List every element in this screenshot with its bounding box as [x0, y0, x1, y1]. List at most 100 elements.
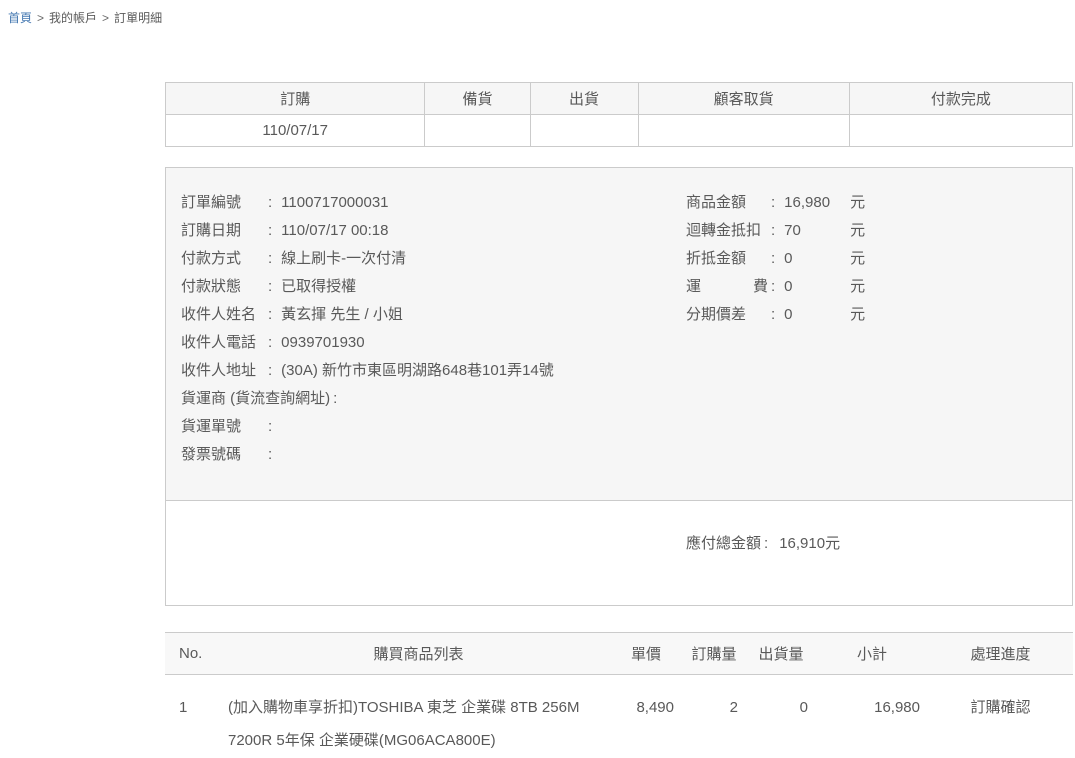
status-ordered-date: 110/07/17: [166, 115, 425, 147]
product-unit-price: 8,490: [610, 675, 682, 758]
colon: :: [265, 418, 281, 435]
order-amount-fields: 商品金額:16,980元 迴轉金抵扣:70元 折抵金額:0元 運費:0元 分期價…: [686, 189, 865, 329]
field-label: 折抵金額: [686, 245, 768, 273]
field-label: 運費: [686, 273, 768, 301]
field-label: 商品金額: [686, 189, 768, 217]
rebate-deduction-value: 70: [784, 217, 850, 245]
product-name: (加入購物車享折扣)TOSHIBA 東芝 企業碟 8TB 256M 7200R …: [227, 675, 610, 758]
payment-method-value: 線上刷卡-一次付清: [281, 250, 406, 267]
col-order-qty: 訂購量: [682, 633, 746, 675]
shipping-fee-row: 運費:0元: [686, 273, 865, 301]
field-label: 收件人姓名: [181, 301, 265, 329]
currency-unit: 元: [850, 306, 865, 323]
currency-unit: 元: [850, 278, 865, 295]
order-info-box: 訂單編號:1100717000031 訂購日期:110/07/17 00:18 …: [165, 167, 1073, 606]
product-process-status: 訂購確認: [928, 675, 1073, 758]
product-list-table: No. 購買商品列表 單價 訂購量 出貨量 小計 處理進度 1 (加入購物車享折…: [165, 632, 1073, 758]
payment-method-row: 付款方式:線上刷卡-一次付清: [181, 245, 1072, 273]
colon: :: [265, 250, 281, 267]
field-label: 貨運單號: [181, 413, 265, 441]
field-label: 訂單編號: [181, 189, 265, 217]
field-label: 收件人地址: [181, 357, 265, 385]
field-label: 付款方式: [181, 245, 265, 273]
status-col-ordered: 訂購: [166, 83, 425, 115]
order-date-row: 訂購日期:110/07/17 00:18: [181, 217, 1072, 245]
shipping-fee-value: 0: [784, 273, 850, 301]
product-order-qty: 2: [682, 675, 746, 758]
installment-diff-value: 0: [784, 301, 850, 329]
breadcrumb-separator: >: [102, 11, 109, 25]
colon: :: [265, 278, 281, 295]
field-label: 迴轉金抵扣: [686, 217, 768, 245]
recipient-address-value: (30A) 新竹市東區明湖路648巷101弄14號: [281, 362, 554, 379]
status-col-paid: 付款完成: [849, 83, 1072, 115]
payment-status-row: 付款狀態:已取得授權: [181, 273, 1072, 301]
total-due-label: 應付總金額: [686, 535, 761, 552]
currency-unit: 元: [850, 222, 865, 239]
tracking-number-row: 貨運單號:: [181, 413, 1072, 441]
colon: :: [265, 446, 281, 463]
payment-status-value: 已取得授權: [281, 278, 356, 295]
status-preparing-date: [425, 115, 530, 147]
breadcrumb-my-account-link[interactable]: 我的帳戶: [49, 11, 97, 25]
col-product-name: 購買商品列表: [227, 633, 610, 675]
currency-unit: 元: [850, 250, 865, 267]
status-value-row: 110/07/17: [166, 115, 1073, 147]
status-paid-date: [849, 115, 1072, 147]
goods-amount-row: 商品金額:16,980元: [686, 189, 865, 217]
col-ship-qty: 出貨量: [746, 633, 816, 675]
total-due-section: 應付總金額:16,910元: [166, 500, 1072, 605]
colon: :: [768, 222, 784, 239]
installment-diff-row: 分期價差:0元: [686, 301, 865, 329]
order-detail-content: 訂購 備貨 出貨 顧客取貨 付款完成 110/07/17 訂單編號:110071…: [165, 82, 1073, 758]
product-ship-qty: 0: [746, 675, 816, 758]
total-due-amount: 16,910元: [779, 535, 840, 552]
status-header-row: 訂購 備貨 出貨 顧客取貨 付款完成: [166, 83, 1073, 115]
currency-unit: 元: [850, 194, 865, 211]
recipient-address-row: 收件人地址:(30A) 新竹市東區明湖路648巷101弄14號: [181, 357, 1072, 385]
recipient-phone-row: 收件人電話:0939701930: [181, 329, 1072, 357]
goods-amount-value: 16,980: [784, 189, 850, 217]
status-col-preparing: 備貨: [425, 83, 530, 115]
breadcrumb-home-link[interactable]: 首頁: [8, 11, 32, 25]
order-number-row: 訂單編號: 1100717000031: [181, 189, 1072, 217]
status-shipped-date: [530, 115, 638, 147]
recipient-name-value: 黃玄揮 先生 / 小姐: [281, 306, 403, 323]
colon: :: [768, 306, 784, 323]
field-label: 付款狀態: [181, 273, 265, 301]
order-date-value: 110/07/17 00:18: [281, 222, 388, 239]
col-no: No.: [165, 633, 227, 675]
status-col-pickup: 顧客取貨: [638, 83, 849, 115]
carrier-row: 貨運商 (貨流查詢網址):: [181, 385, 1072, 413]
breadcrumb-separator: >: [37, 11, 44, 25]
recipient-phone-value: 0939701930: [281, 334, 364, 351]
col-subtotal: 小計: [816, 633, 928, 675]
product-subtotal: 16,980: [816, 675, 928, 758]
colon: :: [330, 390, 346, 407]
product-row: 1 (加入購物車享折扣)TOSHIBA 東芝 企業碟 8TB 256M 7200…: [165, 675, 1073, 758]
colon: :: [265, 334, 281, 351]
status-col-shipped: 出貨: [530, 83, 638, 115]
breadcrumb-current-page: 訂單明細: [114, 11, 162, 25]
recipient-name-row: 收件人姓名:黃玄揮 先生 / 小姐: [181, 301, 1072, 329]
field-label: 發票號碼: [181, 441, 265, 469]
colon: :: [265, 222, 281, 239]
col-unit-price: 單價: [610, 633, 682, 675]
order-info-fields: 訂單編號:1100717000031 訂購日期:110/07/17 00:18 …: [166, 168, 1072, 500]
field-label: 分期價差: [686, 301, 768, 329]
order-status-table: 訂購 備貨 出貨 顧客取貨 付款完成 110/07/17: [165, 82, 1073, 147]
field-label: 收件人電話: [181, 329, 265, 357]
status-pickup-date: [638, 115, 849, 147]
colon: :: [768, 194, 784, 211]
colon: :: [768, 250, 784, 267]
colon: :: [265, 362, 281, 379]
invoice-number-row: 發票號碼:: [181, 441, 1072, 469]
col-process-status: 處理進度: [928, 633, 1073, 675]
discount-amount-row: 折抵金額:0元: [686, 245, 865, 273]
colon: :: [265, 306, 281, 323]
discount-amount-value: 0: [784, 245, 850, 273]
colon: :: [768, 278, 784, 295]
breadcrumb: 首頁 > 我的帳戶 > 訂單明細: [0, 0, 1075, 26]
field-label: 訂購日期: [181, 217, 265, 245]
order-number-value: 1100717000031: [281, 194, 388, 211]
